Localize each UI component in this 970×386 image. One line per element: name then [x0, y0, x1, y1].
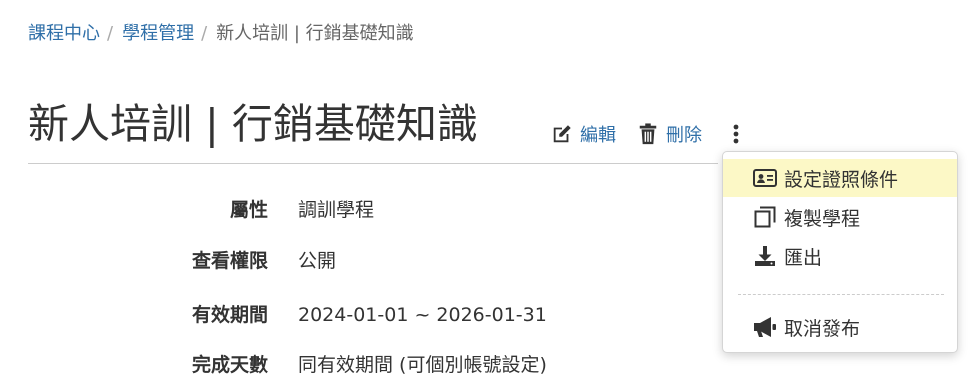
detail-row-view-permission: 查看權限 公開	[0, 246, 720, 276]
menu-item-label: 取消發布	[784, 317, 861, 340]
detail-label: 有效期間	[191, 304, 268, 326]
detail-row-valid-period: 有效期間 2024-01-01 ~ 2026-01-31	[0, 300, 720, 330]
kebab-icon	[733, 124, 739, 144]
detail-row-attribute: 屬性 調訓學程	[0, 195, 720, 225]
delete-label: 刪除	[666, 125, 702, 146]
detail-value: 2024-01-01 ~ 2026-01-31	[298, 304, 547, 326]
page: 課程中心 / 學程管理 / 新人培訓 | 行銷基礎知識 新人培訓 | 行銷基礎知識 編輯	[0, 0, 970, 386]
menu-item-set-certificate[interactable]: 設定證照條件	[723, 159, 957, 197]
download-icon	[752, 243, 778, 269]
page-title: 新人培訓 | 行銷基礎知識	[28, 100, 478, 148]
edit-label: 編輯	[580, 125, 616, 146]
detail-label: 完成天數	[191, 354, 268, 376]
menu-divider	[738, 294, 944, 295]
id-card-icon	[752, 165, 778, 191]
breadcrumb-current: 新人培訓 | 行銷基礎知識	[216, 23, 414, 44]
breadcrumb-link-course-center[interactable]: 課程中心	[28, 23, 100, 44]
more-options-menu: 設定證照條件 複製學程 匯出 取消發布	[722, 151, 958, 353]
breadcrumb-link-program-management[interactable]: 學程管理	[122, 23, 194, 44]
menu-item-label: 設定證照條件	[784, 168, 899, 191]
detail-value: 調訓學程	[298, 199, 375, 221]
detail-label: 屬性	[229, 199, 268, 221]
menu-item-export[interactable]: 匯出	[723, 237, 957, 275]
breadcrumb-separator: /	[107, 23, 114, 44]
detail-label: 查看權限	[191, 250, 268, 272]
menu-item-label: 匯出	[784, 246, 823, 269]
edit-icon	[550, 122, 574, 146]
copy-icon	[752, 204, 778, 230]
more-options-button[interactable]	[726, 121, 746, 147]
menu-item-label: 複製學程	[784, 207, 861, 230]
trash-icon	[636, 122, 660, 146]
breadcrumb: 課程中心 / 學程管理 / 新人培訓 | 行銷基礎知識	[28, 22, 414, 46]
header-actions: 編輯 刪除	[550, 121, 746, 147]
detail-value: 同有效期間 (可個別帳號設定)	[298, 354, 547, 376]
delete-button[interactable]: 刪除	[636, 121, 702, 147]
menu-item-unpublish[interactable]: 取消發布	[723, 308, 957, 346]
menu-item-copy-program[interactable]: 複製學程	[723, 198, 957, 236]
edit-button[interactable]: 編輯	[550, 121, 616, 147]
breadcrumb-separator: /	[201, 23, 208, 44]
detail-row-completion-days: 完成天數 同有效期間 (可個別帳號設定)	[0, 350, 720, 380]
megaphone-icon	[752, 314, 778, 340]
header-divider	[28, 163, 718, 164]
detail-value: 公開	[298, 250, 337, 272]
